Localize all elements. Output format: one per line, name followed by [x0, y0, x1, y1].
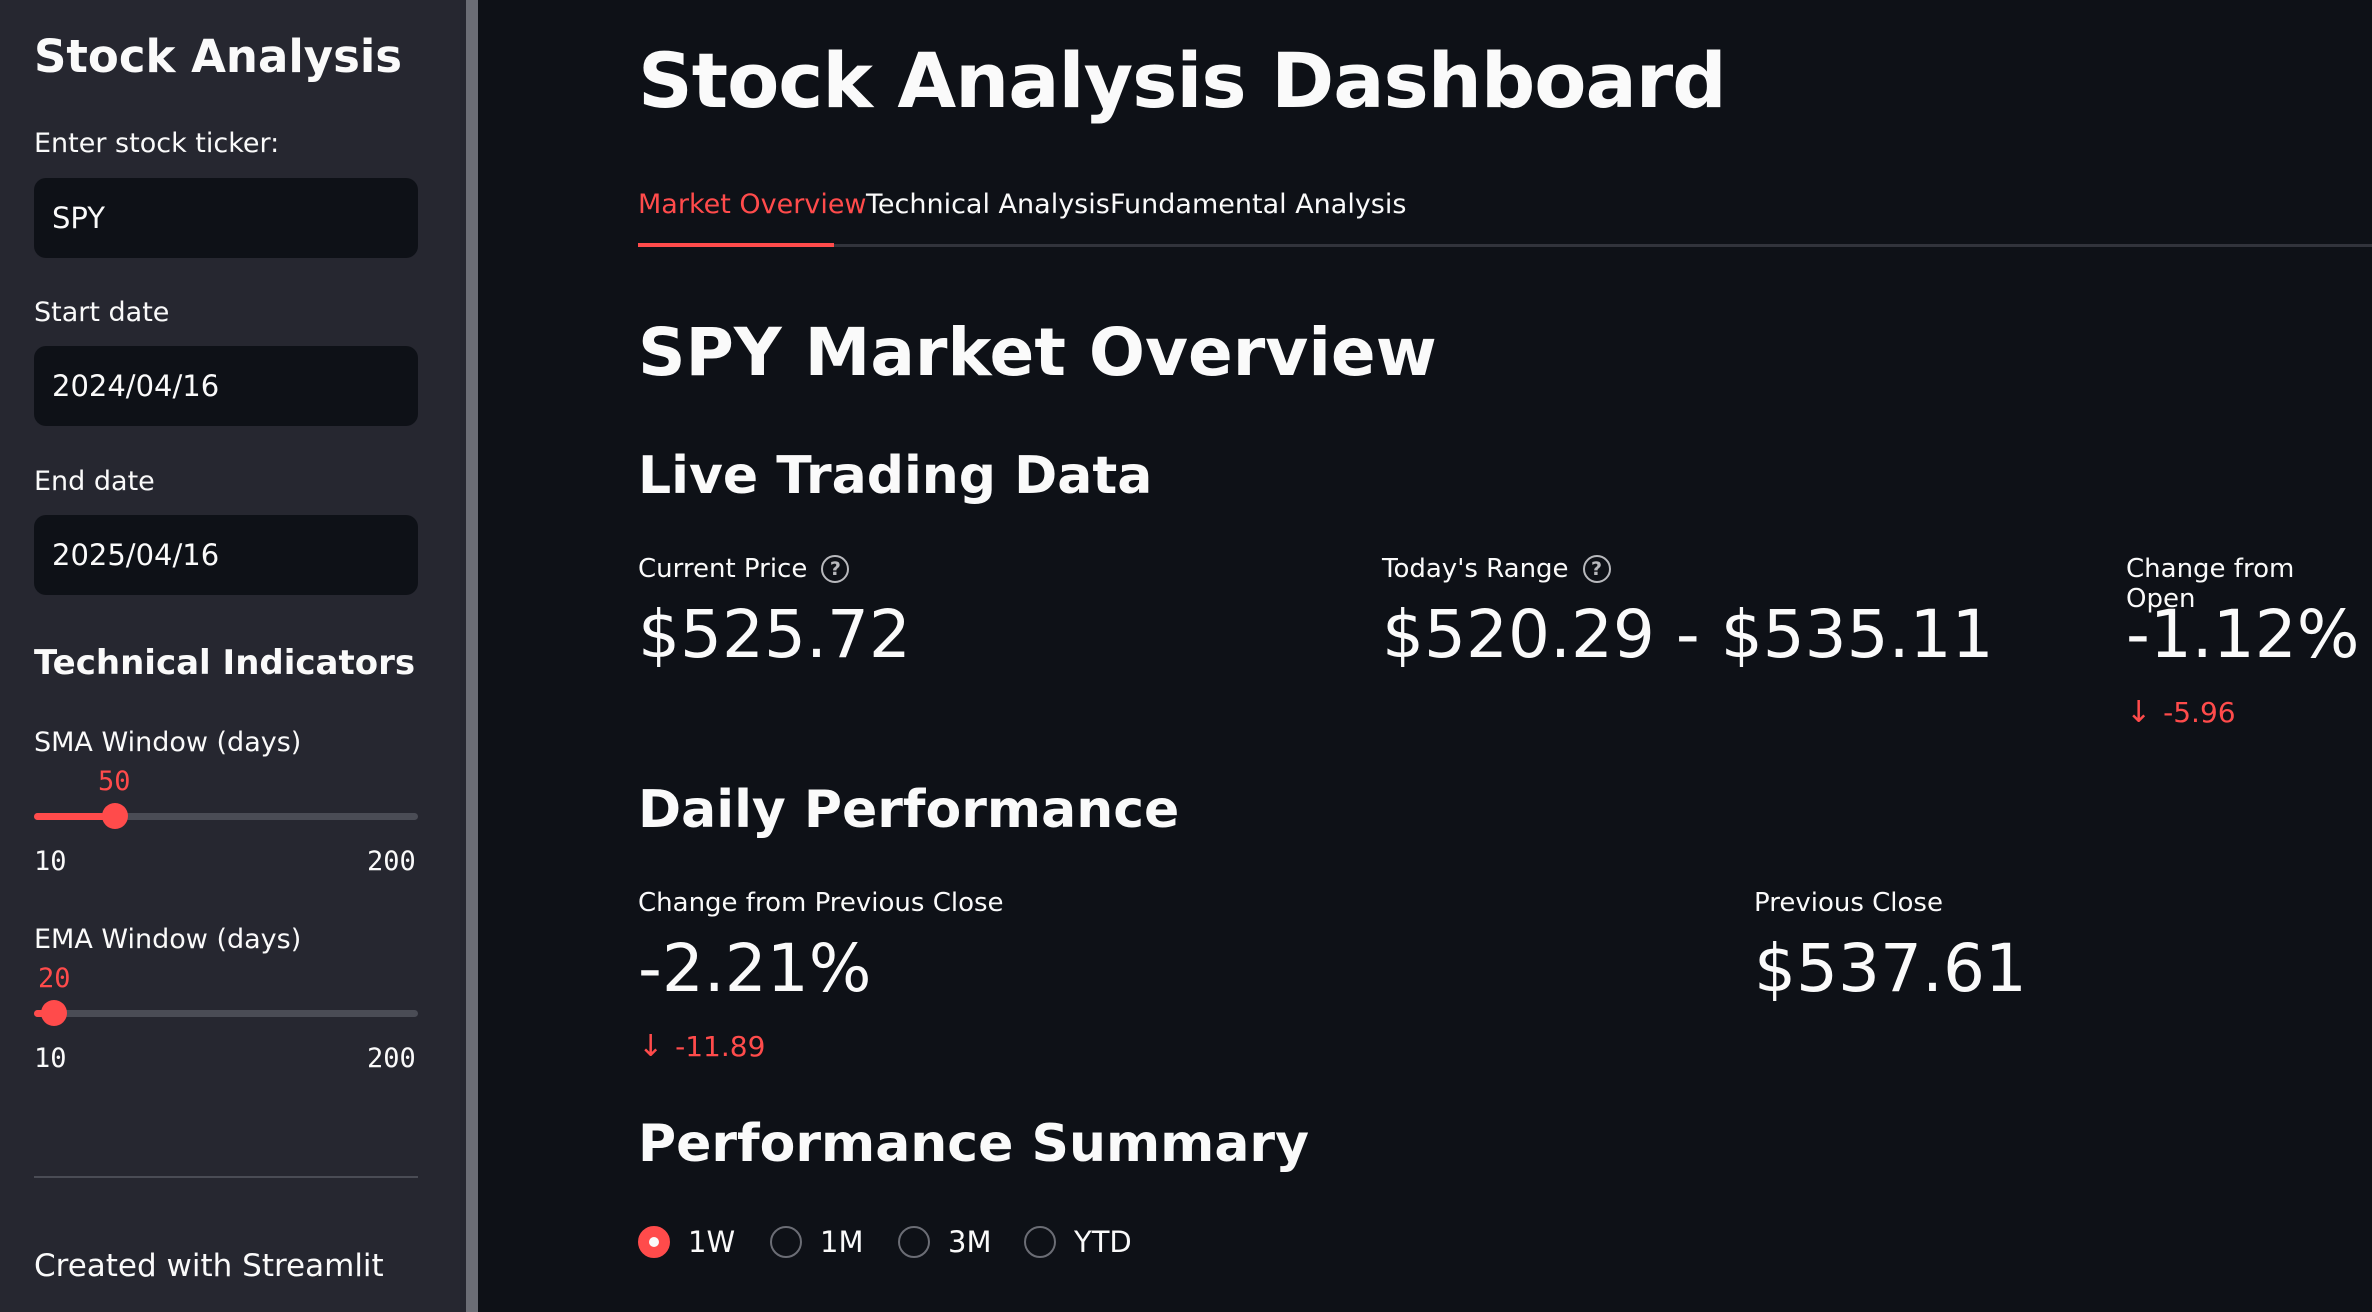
tab-market-overview[interactable]: Market Overview: [638, 186, 867, 248]
previous-close-metric-label: Previous Close: [1754, 888, 1943, 918]
arrow-down-icon: ↓: [638, 1029, 664, 1064]
sidebar-divider: [34, 1176, 418, 1178]
daily-performance-title: Daily Performance: [638, 780, 1180, 840]
page-title: Stock Analysis Dashboard: [638, 36, 1727, 125]
performance-summary-title: Performance Summary: [638, 1114, 1309, 1174]
tab-fundamental-analysis[interactable]: Fundamental Analysis: [1110, 186, 1406, 248]
start-date-label: Start date: [34, 297, 170, 328]
end-date-label: End date: [34, 466, 155, 497]
previous-close-label: Previous Close: [1754, 888, 1943, 918]
radio-unchecked-icon[interactable]: [770, 1226, 802, 1258]
ema-window-label: EMA Window (days): [34, 924, 302, 955]
ema-slider-max: 200: [367, 1043, 416, 1074]
radio-label: 1M: [820, 1225, 864, 1259]
sidebar-resize-handle[interactable]: [466, 0, 478, 1312]
ema-slider[interactable]: [34, 1000, 418, 1026]
end-date-input[interactable]: [34, 515, 418, 595]
tab-technical-analysis[interactable]: Technical Analysis: [866, 186, 1110, 248]
ticker-label: Enter stock ticker:: [34, 128, 280, 159]
sidebar: Stock Analysis Enter stock ticker: Start…: [0, 0, 466, 1312]
ema-slider-thumb[interactable]: [41, 1000, 67, 1026]
change-prev-close-delta: ↓ -11.89: [638, 1029, 765, 1064]
app: Stock Analysis Enter stock ticker: Start…: [0, 0, 2372, 1312]
active-tab-indicator: [638, 243, 834, 247]
radio-checked-icon[interactable]: [638, 1226, 670, 1258]
todays-range-label: Today's Range: [1382, 554, 1569, 584]
todays-range-value: $520.29 - $535.11: [1382, 596, 1994, 673]
change-prev-close-metric-label: Change from Previous Close: [638, 888, 1004, 918]
period-radio-ytd[interactable]: YTD: [1024, 1220, 1132, 1264]
sma-slider-value: 50: [98, 766, 131, 797]
sma-slider-thumb[interactable]: [102, 803, 128, 829]
ticker-input[interactable]: [34, 178, 418, 258]
radio-unchecked-icon[interactable]: [1024, 1226, 1056, 1258]
change-prev-close-delta-value: -11.89: [675, 1030, 766, 1063]
arrow-down-icon: ↓: [2126, 695, 2152, 730]
sma-slider-max: 200: [367, 846, 416, 877]
sma-window-label: SMA Window (days): [34, 727, 302, 758]
change-from-open-value: -1.12%: [2126, 596, 2360, 673]
live-trading-title: Live Trading Data: [638, 446, 1153, 506]
radio-label: 3M: [948, 1225, 992, 1259]
radio-unchecked-icon[interactable]: [898, 1226, 930, 1258]
current-price-metric-label: Current Price ?: [638, 554, 850, 584]
technical-indicators-title: Technical Indicators: [34, 643, 416, 683]
section-title: SPY Market Overview: [638, 314, 1437, 391]
change-from-open-delta-value: -5.96: [2163, 696, 2236, 729]
current-price-value: $525.72: [638, 596, 911, 673]
sma-slider-min: 10: [34, 846, 67, 877]
previous-close-value: $537.61: [1754, 930, 2027, 1007]
change-prev-close-value: -2.21%: [638, 930, 872, 1007]
question-circle-icon[interactable]: ?: [821, 555, 850, 583]
ema-slider-min: 10: [34, 1043, 67, 1074]
tab-bar: Market Overview Technical Analysis Funda…: [638, 186, 2372, 248]
start-date-input[interactable]: [34, 346, 418, 426]
sma-slider[interactable]: [34, 803, 418, 829]
change-prev-close-label: Change from Previous Close: [638, 888, 1004, 918]
ema-slider-value: 20: [38, 963, 71, 994]
todays-range-metric-label: Today's Range ?: [1382, 554, 1611, 584]
sidebar-title: Stock Analysis: [34, 30, 403, 83]
period-radio-3m[interactable]: 3M: [898, 1220, 991, 1264]
period-radio-1w[interactable]: 1W: [638, 1220, 735, 1264]
question-circle-icon[interactable]: ?: [1582, 555, 1611, 583]
radio-label: YTD: [1074, 1225, 1132, 1259]
period-radio-1m[interactable]: 1M: [770, 1220, 863, 1264]
change-from-open-delta: ↓ -5.96: [2126, 695, 2236, 730]
sidebar-footer: Created with Streamlit: [34, 1248, 384, 1284]
radio-label: 1W: [688, 1225, 736, 1259]
current-price-label: Current Price: [638, 554, 808, 584]
